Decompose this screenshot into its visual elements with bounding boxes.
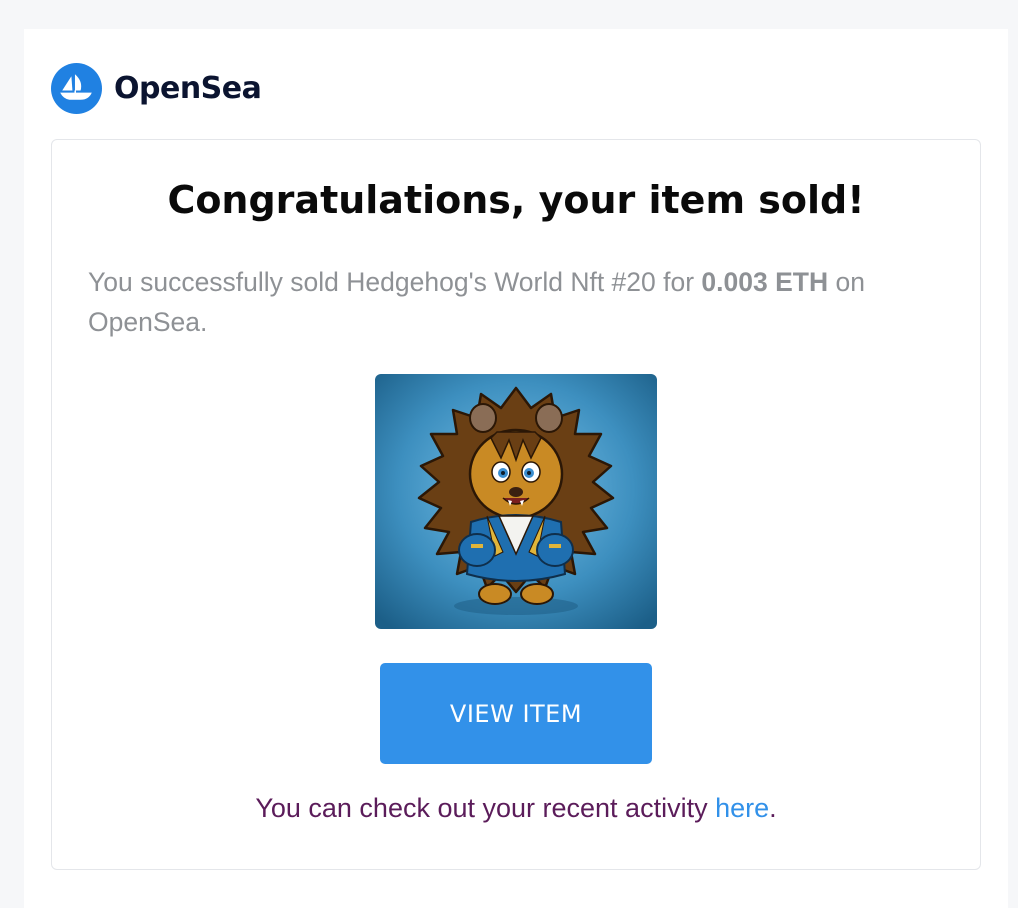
opensea-ship-icon <box>51 62 102 114</box>
opensea-brand[interactable]: OpenSea <box>51 62 262 114</box>
sale-message: You successfully sold Hedgehog's World N… <box>88 262 948 342</box>
sale-price: 0.003 ETH <box>701 267 829 297</box>
card-heading: Congratulations, your item sold! <box>167 178 865 222</box>
brand-name: OpenSea <box>114 70 262 106</box>
nft-image[interactable] <box>375 374 657 629</box>
recent-activity-link[interactable]: here <box>715 793 769 823</box>
view-item-button[interactable]: VIEW ITEM <box>380 663 652 764</box>
hedgehog-nft-image <box>375 374 657 629</box>
sale-notification-card: Congratulations, your item sold! You suc… <box>51 139 981 870</box>
email-container: OpenSea Congratulations, your item sold!… <box>24 29 1008 908</box>
recent-activity-label: You can check out your recent activity <box>255 793 716 823</box>
recent-activity-text: You can check out your recent activity h… <box>52 793 980 824</box>
sale-message-text: You successfully sold Hedgehog's World N… <box>88 267 702 297</box>
recent-activity-period: . <box>769 793 777 823</box>
